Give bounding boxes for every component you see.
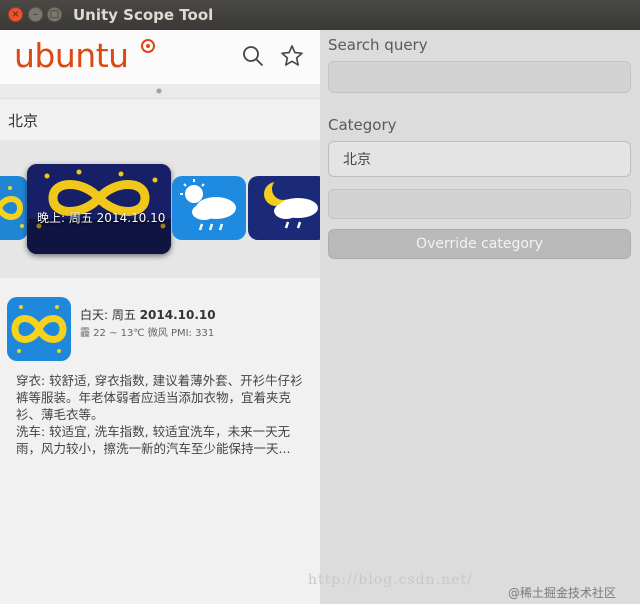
window-titlebar: × – □ Unity Scope Tool xyxy=(0,0,640,30)
sun-rain-icon xyxy=(180,179,236,231)
weather-carousel[interactable]: 晚上: 周五 2014.10.10 xyxy=(0,140,320,278)
close-window-button[interactable]: × xyxy=(8,7,23,22)
scope-preview-pane: ubuntu 北京 晚上: 周五 2014.10.10 白天: 周五 2014.… xyxy=(0,30,320,604)
category-field[interactable] xyxy=(328,141,631,177)
search-query-label: Search query xyxy=(328,36,428,54)
maximize-window-button[interactable]: □ xyxy=(47,7,62,22)
result-description: 穿衣: 较舒适, 穿衣指数, 建议着薄外套、开衫牛仔衫裤等服装。年老体弱者应适当… xyxy=(16,373,303,456)
window-title: Unity Scope Tool xyxy=(73,6,214,24)
scope-header: ubuntu xyxy=(0,30,320,85)
scope-tool-controls: Search query Category Override category xyxy=(320,30,640,604)
page-indicator xyxy=(0,84,320,99)
haze-icon xyxy=(11,305,67,353)
ubuntu-circle-icon xyxy=(141,39,155,53)
search-icon[interactable] xyxy=(241,44,265,68)
watermark-url: http://blog.csdn.net/ xyxy=(308,572,473,588)
carousel-item-focused[interactable]: 晚上: 周五 2014.10.10 xyxy=(27,164,171,254)
override-category-button[interactable]: Override category xyxy=(328,229,631,259)
close-icon: × xyxy=(11,8,20,20)
category-extra-field[interactable] xyxy=(328,189,631,219)
minimize-window-button[interactable]: – xyxy=(28,7,43,22)
carousel-item[interactable] xyxy=(0,176,28,240)
minimize-icon: – xyxy=(33,8,38,20)
result-thumbnail xyxy=(7,297,71,361)
page-dot xyxy=(156,88,162,94)
watermark-site: @稀土掘金技术社区 xyxy=(508,586,617,600)
search-query-field[interactable] xyxy=(328,61,631,93)
category-extra-input[interactable] xyxy=(329,190,630,218)
category-label: Category xyxy=(328,116,397,134)
result-title: 白天: 周五 2014.10.10 xyxy=(80,306,216,323)
moon-rain-icon xyxy=(264,178,318,229)
result-title-date: 2014.10.10 xyxy=(139,308,216,322)
category-input[interactable] xyxy=(329,142,630,176)
category-header: 北京 xyxy=(8,112,39,130)
ubuntu-logo: ubuntu xyxy=(14,36,129,75)
maximize-icon: □ xyxy=(49,8,60,20)
star-icon[interactable] xyxy=(280,44,304,68)
result-title-prefix: 白天: 周五 xyxy=(80,308,140,322)
haze-icon xyxy=(0,186,24,228)
carousel-item[interactable] xyxy=(248,176,320,240)
carousel-item-label: 晚上: 周五 2014.10.10 xyxy=(37,211,166,225)
result-subtitle: 霾 22 ~ 13℃ 微风 PMI: 331 xyxy=(80,328,215,339)
carousel-item[interactable] xyxy=(172,176,246,240)
search-query-input[interactable] xyxy=(329,62,630,92)
